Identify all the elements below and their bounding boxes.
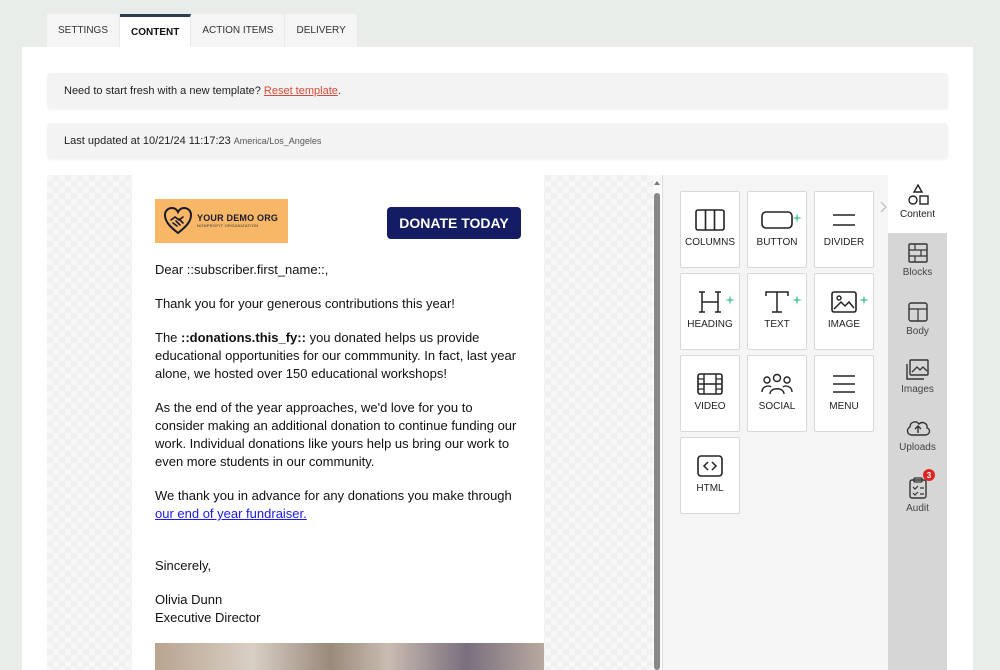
signer-name: Olivia Dunn	[155, 592, 223, 607]
tool-menu[interactable]: MENU	[814, 355, 874, 432]
reset-notice: Need to start fresh with a new template?…	[47, 73, 948, 109]
sparkle-icon	[792, 295, 802, 305]
email-paragraph-2[interactable]: As the end of the year approaches, we'd …	[155, 399, 521, 471]
content-panel: Need to start fresh with a new template?…	[22, 47, 973, 670]
sidebar-item-content[interactable]: Content	[888, 175, 947, 233]
image-icon	[831, 291, 857, 313]
scroll-up-arrow[interactable]	[654, 181, 660, 185]
tool-label: HEADING	[687, 319, 733, 330]
blocks-icon	[907, 243, 928, 263]
sidebar-label: Uploads	[899, 442, 936, 453]
tool-label: IMAGE	[827, 319, 861, 330]
tool-label: VIDEO	[694, 401, 726, 412]
menu-icon	[833, 375, 855, 393]
sidebar-label: Audit	[906, 503, 929, 514]
content-tools-panel: COLUMNS BUTTON DIVIDER HEADING TEXT IMAG…	[662, 175, 888, 670]
editor-sidebar: Content Blocks Body Images Uploads 3 Aud…	[888, 175, 947, 670]
images-icon	[905, 359, 929, 380]
shapes-icon	[907, 184, 929, 205]
sidebar-label: Body	[906, 326, 929, 337]
tool-text[interactable]: TEXT	[747, 273, 807, 350]
sidebar-label: Content	[899, 209, 936, 220]
email-paragraph-1[interactable]: The ::donations.this_fy:: you donated he…	[155, 329, 521, 383]
email-thanks[interactable]: Thank you for your generous contribution…	[155, 295, 521, 313]
sidebar-item-blocks[interactable]: Blocks	[888, 233, 947, 291]
email-paragraph-3[interactable]: We thank you in advance for any donation…	[155, 487, 521, 523]
sparkle-icon	[792, 213, 802, 223]
email-greeting[interactable]: Dear ::subscriber.first_name::,	[155, 261, 521, 279]
editor-canvas: YOUR DEMO ORG NONPROFIT ORGANIZATION DON…	[47, 175, 653, 670]
audit-count-badge: 3	[923, 469, 935, 481]
sparkle-icon	[859, 295, 869, 305]
tab-content[interactable]: CONTENT	[120, 14, 192, 47]
cloud-upload-icon	[906, 421, 930, 436]
donation-token: ::donations.this_fy::	[181, 330, 306, 345]
sidebar-item-uploads[interactable]: Uploads	[888, 408, 947, 466]
last-updated-text: Last updated at 10/21/24 11:17:23	[64, 135, 231, 147]
tool-label: DIVIDER	[823, 237, 865, 248]
tool-button[interactable]: BUTTON	[747, 191, 807, 268]
sidebar-label: Images	[901, 384, 934, 395]
divider-icon	[833, 214, 855, 226]
tool-label: MENU	[829, 401, 859, 412]
tab-action-items[interactable]: ACTION ITEMS	[191, 14, 286, 47]
text-icon	[765, 291, 789, 313]
last-updated-notice: Last updated at 10/21/24 11:17:23 Americ…	[47, 123, 948, 159]
sidebar-item-images[interactable]: Images	[888, 350, 947, 408]
body-layout-icon	[907, 302, 928, 322]
tool-heading[interactable]: HEADING	[680, 273, 740, 350]
tool-divider[interactable]: DIVIDER	[814, 191, 874, 268]
tool-label: SOCIAL	[758, 401, 796, 412]
social-icon	[761, 373, 793, 395]
scroll-thumb[interactable]	[654, 193, 660, 670]
logo-subtitle: NONPROFIT ORGANIZATION	[197, 223, 259, 228]
tool-image[interactable]: IMAGE	[814, 273, 874, 350]
email-body[interactable]: YOUR DEMO ORG NONPROFIT ORGANIZATION DON…	[132, 175, 544, 670]
tool-html[interactable]: HTML	[680, 437, 740, 514]
handshake-heart-icon	[163, 206, 193, 235]
signer-title: Executive Director	[155, 610, 261, 625]
sidebar-label: Blocks	[902, 267, 933, 278]
email-signature[interactable]: Olivia Dunn Executive Director	[155, 591, 521, 627]
tab-settings[interactable]: SETTINGS	[47, 14, 121, 47]
email-photo[interactable]	[155, 643, 544, 670]
donate-button[interactable]: DONATE TODAY	[387, 207, 521, 239]
tab-delivery[interactable]: DELIVERY	[285, 14, 358, 47]
tool-label: TEXT	[764, 319, 790, 330]
tab-bar: SETTINGS CONTENT ACTION ITEMS DELIVERY	[47, 14, 358, 47]
reset-prompt: Need to start fresh with a new template?	[64, 85, 261, 97]
tool-video[interactable]: VIDEO	[680, 355, 740, 432]
sparkle-icon	[725, 295, 735, 305]
sidebar-item-body[interactable]: Body	[888, 292, 947, 350]
canvas-scrollbar[interactable]	[653, 175, 661, 670]
columns-icon	[695, 209, 725, 231]
email-header: YOUR DEMO ORG NONPROFIT ORGANIZATION DON…	[155, 199, 521, 247]
tool-social[interactable]: SOCIAL	[747, 355, 807, 432]
chevron-right-icon[interactable]	[880, 201, 888, 213]
reset-template-link[interactable]: Reset template	[264, 85, 338, 97]
fundraiser-link[interactable]: our end of year fundraiser.	[155, 506, 307, 521]
timezone-label: America/Los_Angeles	[233, 136, 322, 146]
tool-label: BUTTON	[756, 237, 798, 248]
email-closing[interactable]: Sincerely,	[155, 557, 521, 575]
heading-icon	[699, 291, 721, 313]
reset-suffix: .	[337, 85, 341, 97]
tool-columns[interactable]: COLUMNS	[680, 191, 740, 268]
button-icon	[761, 211, 793, 229]
tool-label: COLUMNS	[684, 237, 735, 248]
sidebar-item-audit[interactable]: 3 Audit	[888, 467, 947, 525]
video-icon	[697, 373, 723, 395]
logo-name: YOUR DEMO ORG	[197, 213, 279, 223]
tool-label: HTML	[696, 483, 724, 494]
org-logo[interactable]: YOUR DEMO ORG NONPROFIT ORGANIZATION	[155, 199, 288, 243]
html-icon	[697, 455, 723, 477]
